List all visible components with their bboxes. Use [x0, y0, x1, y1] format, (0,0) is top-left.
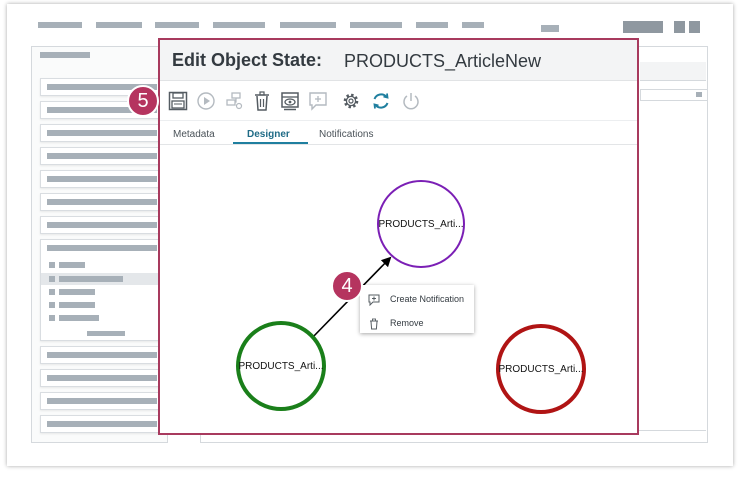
dialog-tabs: Metadata Designer Notifications	[160, 120, 637, 145]
step-callout-badge: 4	[331, 270, 363, 302]
menu-placeholder	[280, 22, 336, 28]
row-placeholder	[49, 302, 55, 308]
tab-metadata[interactable]: Metadata	[173, 129, 215, 140]
edit-object-state-dialog: Edit Object State: PRODUCTS_ArticleNew M…	[158, 38, 639, 435]
tab-designer[interactable]: Designer	[247, 129, 290, 140]
add-transition-icon[interactable]	[224, 90, 244, 112]
menu-placeholder	[213, 22, 265, 28]
sidebar-row	[40, 392, 163, 410]
state-node-label: PRODUCTS_Arti...	[498, 364, 583, 375]
row-placeholder	[87, 331, 125, 336]
state-node-source[interactable]: PRODUCTS_Arti...	[236, 321, 326, 411]
state-node-label: PRODUCTS_Arti...	[238, 361, 323, 372]
row-placeholder	[47, 245, 157, 251]
menu-placeholder	[541, 25, 559, 32]
row-placeholder	[47, 421, 157, 427]
create-notification-menu-item[interactable]: Create Notification	[390, 294, 464, 304]
row-placeholder	[59, 262, 85, 268]
tab-notifications[interactable]: Notifications	[319, 129, 373, 140]
menu-placeholder	[689, 21, 700, 33]
dialog-header: Edit Object State: PRODUCTS_ArticleNew	[160, 40, 637, 81]
background-panel-header	[640, 62, 706, 81]
power-icon[interactable]	[401, 90, 421, 112]
trash-icon	[368, 317, 380, 330]
save-icon[interactable]	[168, 90, 188, 112]
row-placeholder	[47, 222, 157, 228]
refresh-icon[interactable]	[371, 90, 391, 112]
sidebar-row	[40, 346, 163, 364]
sidebar-header-placeholder	[40, 52, 90, 58]
menu-placeholder	[350, 22, 402, 28]
add-comment-icon[interactable]	[308, 90, 328, 112]
row-placeholder	[47, 153, 157, 159]
row-placeholder	[59, 302, 95, 308]
dialog-title: Edit Object State:	[172, 50, 323, 70]
row-placeholder	[47, 352, 157, 358]
sidebar-row	[40, 147, 163, 165]
row-placeholder	[59, 289, 95, 295]
row-placeholder	[47, 398, 157, 404]
add-notification-icon	[368, 293, 380, 307]
sidebar-expanded-group	[40, 239, 163, 341]
step-callout-badge: 5	[127, 85, 159, 117]
menu-placeholder	[623, 21, 663, 33]
state-node-other[interactable]: PRODUCTS_Arti...	[496, 324, 586, 414]
state-node-label: PRODUCTS_Arti...	[378, 219, 463, 230]
background-scroll-thumb	[696, 92, 702, 97]
context-menu: Create Notification Remove	[360, 285, 474, 333]
menu-placeholder	[155, 22, 199, 28]
row-placeholder	[47, 375, 157, 381]
remove-menu-item[interactable]: Remove	[390, 318, 424, 328]
row-placeholder	[49, 262, 55, 268]
play-icon[interactable]	[196, 90, 216, 112]
menu-placeholder	[462, 22, 484, 28]
menu-placeholder	[96, 22, 142, 28]
view-icon[interactable]	[280, 90, 300, 112]
delete-icon[interactable]	[252, 90, 272, 112]
row-placeholder	[47, 130, 157, 136]
settings-icon[interactable]	[341, 90, 361, 112]
sidebar-row	[40, 124, 163, 142]
sidebar-row	[40, 216, 163, 234]
menu-placeholder	[416, 22, 448, 28]
sidebar-row	[40, 193, 163, 211]
row-placeholder	[59, 315, 99, 321]
row-placeholder	[49, 289, 55, 295]
row-placeholder	[47, 176, 157, 182]
sidebar-row	[40, 415, 163, 433]
row-placeholder	[59, 276, 123, 282]
object-name: PRODUCTS_ArticleNew	[344, 51, 542, 71]
row-placeholder	[49, 276, 55, 282]
active-tab-indicator	[233, 142, 308, 144]
state-node-target[interactable]: PRODUCTS_Arti...	[377, 180, 465, 268]
sidebar-row	[40, 369, 163, 387]
menu-placeholder	[674, 21, 685, 33]
row-placeholder	[49, 315, 55, 321]
menu-placeholder	[38, 22, 82, 28]
row-placeholder	[47, 199, 157, 205]
sidebar-row	[40, 170, 163, 188]
